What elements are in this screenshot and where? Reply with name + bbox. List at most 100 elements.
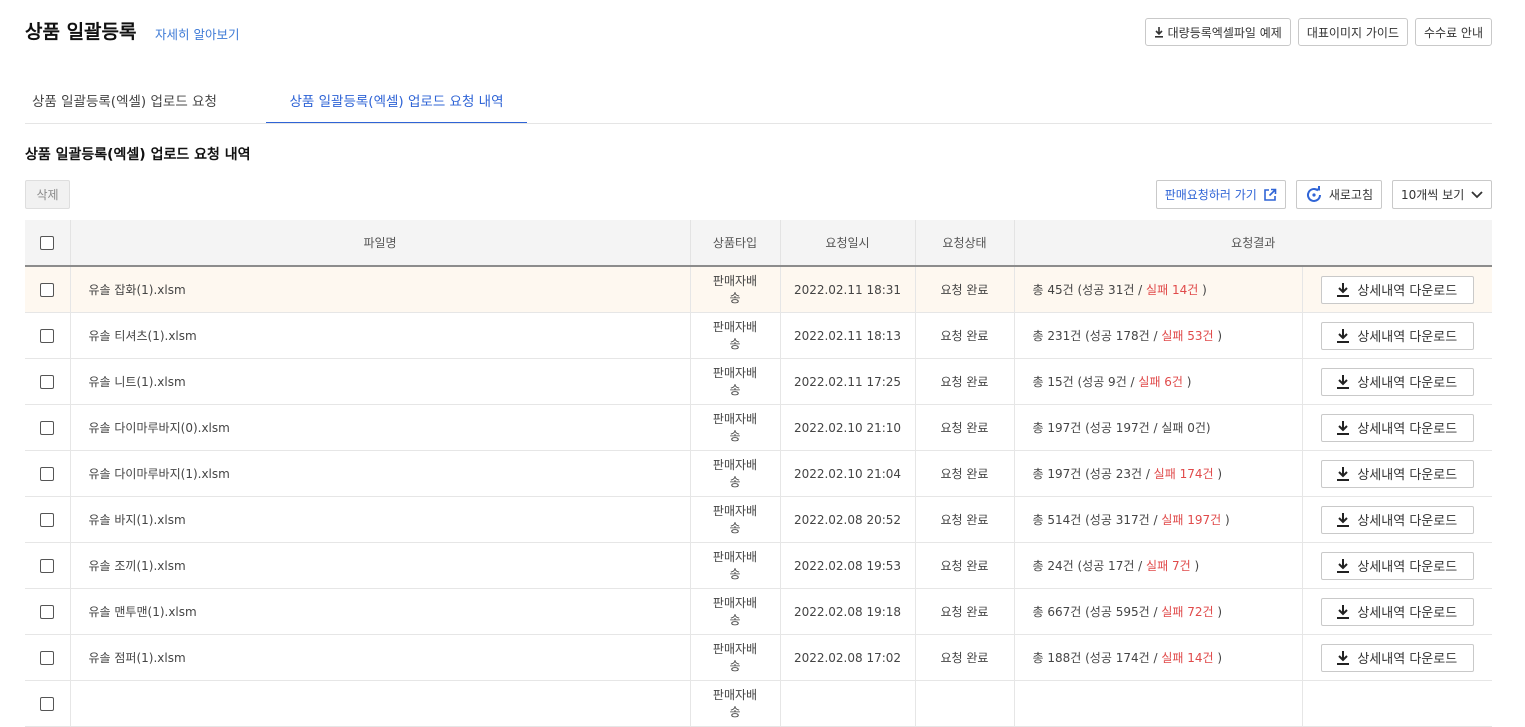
result-summary: 총 24건 (성공 17건 / [1032, 559, 1147, 573]
download-icon [1337, 604, 1350, 619]
cell-date: 2022.02.11 17:25 [780, 358, 916, 405]
row-select-cell[interactable] [25, 312, 71, 359]
cell-type-line2: 송 [729, 474, 741, 489]
result-summary: 총 667건 (성공 595건 / [1032, 605, 1162, 619]
row-checkbox[interactable] [40, 374, 55, 389]
upload-history-table: 파일명 상품타입 요청일시 요청상태 요청결과 유솔 잡화(1).xlsm 판매자… [25, 220, 1493, 727]
cell-type: 판매자배송 [690, 404, 781, 451]
result-summary: 총 231건 (성공 178건 / [1032, 329, 1162, 343]
cell-type: 판매자배 송 [690, 358, 781, 405]
cell-type-line1: 판매자배 [712, 411, 758, 426]
cell-download: 상세내역 다운로드 [1302, 588, 1493, 635]
result-summary: 총 45건 (성공 31건 / [1032, 283, 1147, 297]
detail-download-button[interactable]: 상세내역 다운로드 [1320, 597, 1474, 626]
page-size-select[interactable]: 10개씩 보기 [1392, 180, 1492, 209]
cell-result: 총 197건 (성공 23건 / 실패 174건 ) [1014, 450, 1303, 497]
row-checkbox[interactable] [40, 650, 55, 665]
cell-date: 2022.02.08 17:02 [780, 634, 916, 681]
detail-download-button[interactable]: 상세내역 다운로드 [1320, 413, 1474, 442]
cell-status: 요청 완료 [915, 634, 1015, 681]
row-select-cell[interactable] [25, 450, 71, 497]
row-select-cell[interactable] [25, 634, 71, 681]
page: 상품 일괄등록 자세히 알아보기 대량등록엑셀파일 예제 대표이미지 가이드 수… [25, 0, 1493, 727]
table-tools: 판매요청하러 가기 새로고침 10개씩 보기 [1155, 180, 1492, 209]
row-checkbox[interactable] [40, 604, 55, 619]
result-end: ) [1213, 329, 1223, 343]
cell-filename: 유솔 니트(1).xlsm [70, 358, 691, 405]
cell-type-line2: 송 [729, 658, 741, 673]
table-row: 유솔 조끼(1).xlsm 판매자배 송 2022.02.08 19:53 요청 완료 총… [25, 542, 1493, 589]
table-row: 유솔 다이마루바지(1).xlsm 판매자배 송 2022.02.10 21:04 요청… [25, 450, 1493, 497]
refresh-button[interactable]: 새로고침 [1295, 180, 1382, 209]
detail-download-button[interactable]: 상세내역 다운로드 [1320, 505, 1474, 534]
cell-date: 2022.02.10 21:10 [780, 404, 916, 451]
cell-filename: 유솔 바지(1).xlsm [70, 496, 691, 543]
result-summary: 총 514건 (성공 317건 / [1032, 513, 1162, 527]
table-row: 유솔 다이마루바지(0).xlsm 판매자배 송 2022.02.10 21:10 요청… [25, 404, 1493, 451]
detail-download-label: 상세내역 다운로드 [1357, 330, 1458, 345]
result-end: ) [1205, 421, 1211, 435]
cell-type-line1: 판매자배 [712, 457, 758, 472]
row-checkbox[interactable] [40, 696, 55, 711]
header: 상품 일괄등록 자세히 알아보기 대량등록엑셀파일 예제 대표이미지 가이드 수… [25, 0, 1492, 62]
column-header-date: 요청일시 [780, 220, 916, 267]
detail-download-button[interactable]: 상세내역 다운로드 [1320, 321, 1474, 350]
external-link-icon [1263, 188, 1277, 202]
learn-more-link[interactable]: 자세히 알아보기 [155, 24, 239, 43]
cell-type-line2: 송 [729, 428, 741, 443]
cell-status: 요청 완료 [915, 496, 1015, 543]
row-select-cell[interactable] [25, 542, 71, 589]
cell-status: 요청 완료 [915, 542, 1015, 589]
tab-bar: 상품 일괄등록(엑셀) 업로드 요청 상품 일괄등록(엑셀) 업로드 요청 내역 [25, 77, 1492, 124]
table-header-row: 파일명 상품타입 요청일시 요청상태 요청결과 [25, 220, 1493, 267]
cell-filename: 유솔 조끼(1).xlsm [70, 542, 691, 589]
header-select-all[interactable] [25, 220, 71, 267]
table-row: 판매자배송 [25, 680, 1493, 727]
detail-download-button[interactable]: 상세내역 다운로드 [1320, 367, 1474, 396]
cell-type-line2: 송 [729, 290, 741, 305]
delete-button[interactable]: 삭제 [25, 180, 70, 209]
row-select-cell[interactable] [25, 680, 71, 727]
cell-type-line2: 송 [729, 704, 741, 719]
row-select-cell[interactable] [25, 358, 71, 405]
cell-type-line1: 판매자배 [712, 687, 758, 702]
cell-result: 총 667건 (성공 595건 / 실패 72건 ) [1014, 588, 1303, 635]
row-checkbox[interactable] [40, 282, 55, 297]
detail-download-button[interactable]: 상세내역 다운로드 [1320, 275, 1474, 304]
cell-download: 상세내역 다운로드 [1302, 542, 1493, 589]
cell-date [780, 680, 916, 727]
detail-download-button[interactable]: 상세내역 다운로드 [1320, 459, 1474, 488]
tab-upload-history[interactable]: 상품 일괄등록(엑셀) 업로드 요청 내역 [266, 77, 527, 123]
image-guide-button[interactable]: 대표이미지 가이드 [1297, 18, 1408, 46]
result-summary: 총 197건 (성공 23건 / [1032, 467, 1154, 481]
cell-result: 총 197건 (성공 197건 / 실패 0건) [1014, 404, 1303, 451]
select-all-checkbox[interactable] [40, 235, 55, 250]
chevron-down-icon [1471, 190, 1483, 199]
sample-file-button[interactable]: 대량등록엑셀파일 예제 [1144, 18, 1291, 46]
row-select-cell[interactable] [25, 588, 71, 635]
cell-date: 2022.02.08 19:18 [780, 588, 916, 635]
table-row: 유솔 점퍼(1).xlsm 판매자배 송 2022.02.08 17:02 요청 완료 총… [25, 634, 1493, 681]
cell-type-line1: 판매자배 [712, 503, 758, 518]
detail-download-button[interactable]: 상세내역 다운로드 [1320, 551, 1474, 580]
go-sales-request-button[interactable]: 판매요청하러 가기 [1155, 180, 1286, 209]
detail-download-button[interactable]: 상세내역 다운로드 [1320, 643, 1474, 672]
cell-filename: 유솔 다이마루바지(0).xlsm [70, 404, 691, 451]
cell-date: 2022.02.08 20:52 [780, 496, 916, 543]
row-checkbox[interactable] [40, 328, 55, 343]
row-checkbox[interactable] [40, 466, 55, 481]
cell-download: 상세내역 다운로드 [1302, 266, 1493, 313]
row-checkbox[interactable] [40, 558, 55, 573]
row-checkbox[interactable] [40, 512, 55, 527]
row-select-cell[interactable] [25, 404, 71, 451]
row-select-cell[interactable] [25, 496, 71, 543]
result-end: ) [1221, 513, 1230, 527]
fee-info-button[interactable]: 수수료 안내 [1414, 18, 1492, 46]
cell-download: 상세내역 다운로드 [1302, 496, 1493, 543]
result-fail: 실패 0건 [1161, 421, 1206, 435]
result-fail: 실패 6건 [1138, 375, 1183, 389]
row-checkbox[interactable] [40, 420, 55, 435]
tab-upload-request[interactable]: 상품 일괄등록(엑셀) 업로드 요청 [32, 77, 257, 123]
row-select-cell[interactable] [25, 266, 71, 313]
column-header-result: 요청결과 [1014, 220, 1493, 267]
